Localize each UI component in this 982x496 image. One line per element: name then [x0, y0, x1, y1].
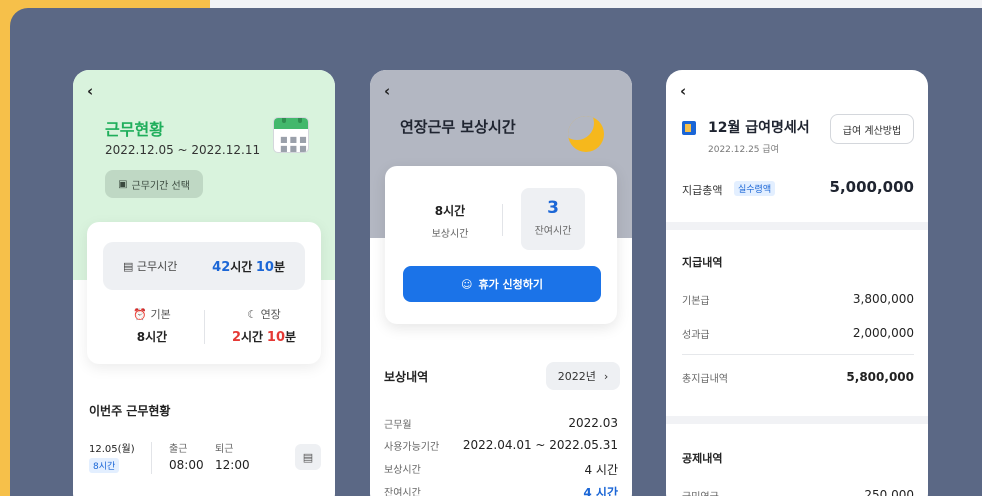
section-title: 보상내역 — [384, 370, 429, 384]
reward-value: 8시간 — [434, 204, 466, 218]
overtime-reward-screen: ‹ 연장근무 보상시간 8시간 보상시간 3 잔여시간 ☺ 휴가 신청하기 보상… — [370, 70, 632, 496]
clock-in-label: 출근 — [169, 444, 188, 455]
alarm-icon: ⏰ — [133, 308, 147, 321]
divider — [682, 354, 914, 355]
ext-minutes-unit: 분 — [285, 330, 297, 344]
moon-icon — [568, 116, 604, 152]
basic-value: 8시간 — [136, 330, 168, 344]
divider — [151, 442, 152, 474]
row-value: 2022.03 — [568, 416, 618, 430]
worktime-hours-unit: 시간 — [230, 259, 253, 274]
section-title: 지급내역 — [682, 256, 723, 269]
table-row: 총지급내역 5,800,000 — [682, 370, 914, 385]
row-value: 3,800,000 — [852, 292, 914, 306]
row-value: 4 시간 — [584, 463, 618, 477]
clock-in-value: 08:00 — [169, 458, 204, 472]
hours-badge: 8시간 — [89, 458, 120, 473]
row-key: 보상시간 — [384, 465, 421, 476]
row-value: 250,000 — [864, 488, 914, 496]
table-row: 사용가능기간 2022.04.01 ~ 2022.05.31 — [384, 438, 618, 453]
table-row: 국민연금 250,000 — [682, 488, 914, 496]
back-icon[interactable]: ‹ — [680, 82, 686, 100]
worktime-label-wrap: ▤ 근무시간 — [123, 258, 177, 274]
table-row: 잔여시간 4 시간 — [384, 484, 618, 496]
date-range: 2022.12.05 ~ 2022.12.11 — [105, 143, 261, 157]
reward-summary-card: 8시간 보상시간 3 잔여시간 ☺ 휴가 신청하기 — [385, 166, 617, 324]
divider — [204, 310, 205, 344]
table-row: 기본급 3,800,000 — [682, 292, 914, 307]
worktime-label: 근무시간 — [136, 260, 178, 273]
row-key: 기본급 — [682, 296, 710, 307]
ext-hours: 2 — [231, 330, 241, 345]
remaining-label: 잔여시간 — [534, 226, 572, 237]
table-row: 성과급 2,000,000 — [682, 326, 914, 341]
row-value: 2022.04.01 ~ 2022.05.31 — [462, 438, 618, 452]
page-title: 연장근무 보상시간 — [400, 118, 516, 136]
row-key: 국민연금 — [682, 488, 719, 496]
row-key: 근무월 — [384, 420, 412, 431]
clipboard-icon: ▤ — [123, 260, 134, 273]
apply-leave-label: 휴가 신청하기 — [478, 278, 544, 291]
row-key: 잔여시간 — [384, 488, 421, 496]
smile-icon: ☺ — [460, 277, 473, 291]
work-summary-card: ▤ 근무시간 42시간 10분 ⏰ 기본 8시간 ☾ 연장 2시간 10분 — [87, 222, 321, 364]
calc-method-button[interactable]: 급여 계산방법 — [830, 114, 914, 144]
section-title: 공제내역 — [682, 452, 723, 465]
reward-label: 보상시간 — [431, 229, 469, 240]
row-value: 4 시간 — [583, 486, 618, 496]
extended-time: ☾ 연장 2시간 10분 — [209, 306, 319, 345]
page-title: 12월 급여명세서 — [708, 120, 810, 136]
total-value: 5,000,000 — [829, 178, 914, 196]
table-row: 근무월 2022.03 — [384, 416, 618, 431]
worktime-box: ▤ 근무시간 42시간 10분 — [103, 242, 305, 290]
row-key: 사용가능기간 — [384, 442, 440, 453]
remaining-value: 3 — [547, 198, 559, 218]
calendar-icon: ■■■ ■■■ — [273, 117, 309, 153]
row-key: 성과급 — [682, 330, 710, 341]
calendar-small-icon: ▣ — [118, 178, 128, 190]
back-icon[interactable]: ‹ — [87, 82, 93, 100]
divider — [502, 204, 503, 236]
ext-hours-unit: 시간 — [240, 330, 264, 344]
section-gap — [666, 416, 928, 424]
worktime-minutes: 10 — [255, 259, 274, 275]
worktime-hours: 42 — [212, 259, 231, 275]
net-pay-badge: 실수령액 — [734, 181, 776, 196]
total-label: 지급총액 — [682, 184, 723, 197]
year-label: 2022년 — [557, 370, 596, 383]
document-icon — [682, 121, 696, 135]
work-status-screen: ‹ 근무현황 2022.12.05 ~ 2022.12.11 ■■■ ■■■ ▣… — [73, 70, 335, 496]
background-strip — [210, 0, 982, 8]
apply-leave-button[interactable]: ☺ 휴가 신청하기 — [403, 266, 601, 302]
clock-out-value: 12:00 — [215, 458, 250, 472]
issue-date: 2022.12.25 급여 — [708, 145, 779, 155]
row-value: 5,800,000 — [846, 370, 914, 384]
section-gap — [666, 222, 928, 230]
ext-minutes: 10 — [266, 330, 285, 345]
worktime-value: 42시간 10분 — [212, 258, 285, 275]
period-select-button[interactable]: ▣ 근무기간 선택 — [105, 170, 203, 198]
remaining-time: 3 잔여시간 — [521, 188, 585, 250]
moon-small-icon: ☾ — [247, 308, 258, 321]
table-row: 보상시간 4 시간 — [384, 461, 618, 478]
clipboard-icon[interactable]: ▤ — [295, 444, 321, 470]
row-date: 12.05(월) — [89, 444, 135, 455]
back-icon[interactable]: ‹ — [384, 82, 390, 100]
basic-time: ⏰ 기본 8시간 — [97, 306, 207, 345]
week-title: 이번주 근무현황 — [89, 404, 171, 418]
clock-out-label: 퇴근 — [215, 444, 234, 455]
ext-label: 연장 — [260, 308, 281, 321]
payslip-screen: ‹ 12월 급여명세서 2022.12.25 급여 급여 계산방법 지급총액 실… — [666, 70, 928, 496]
year-select-button[interactable]: 2022년 › — [546, 362, 620, 390]
period-select-label: 근무기간 선택 — [131, 180, 190, 192]
row-key: 총지급내역 — [682, 374, 728, 385]
worktime-minutes-unit: 분 — [273, 259, 285, 274]
row-value: 2,000,000 — [852, 326, 914, 340]
basic-label: 기본 — [150, 308, 171, 321]
chevron-right-icon: › — [603, 369, 609, 383]
page-title: 근무현황 — [105, 120, 164, 139]
list-item[interactable]: 12.05(월) 8시간 출근 08:00 퇴근 12:00 ▤ — [89, 440, 321, 480]
reward-time: 8시간 보상시간 — [405, 202, 495, 240]
